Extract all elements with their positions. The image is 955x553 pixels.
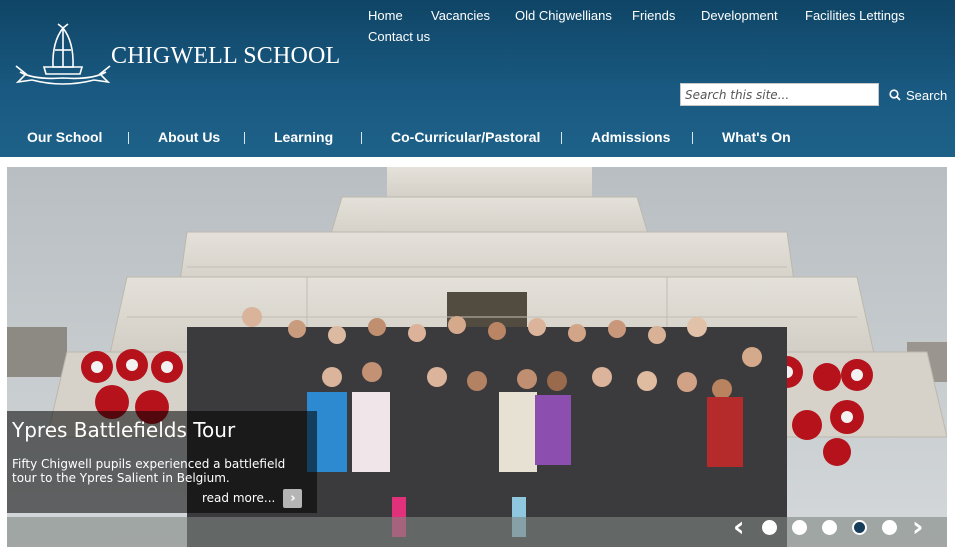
nav-divider xyxy=(128,132,129,144)
nav-divider xyxy=(361,132,362,144)
site-header: CHIGWELL SCHOOL Home Vacancies Old Chigw… xyxy=(0,0,955,157)
nav-our-school[interactable]: Our School xyxy=(27,129,102,145)
topnav-vacancies[interactable]: Vacancies xyxy=(431,8,490,23)
search-input[interactable] xyxy=(680,83,879,106)
slider-dot-4[interactable] xyxy=(852,520,867,535)
slider-dot-3[interactable] xyxy=(822,520,837,535)
search-icon xyxy=(889,89,901,101)
slide-title: Ypres Battlefields Tour xyxy=(12,418,236,442)
chevron-left-icon[interactable]: ‹ xyxy=(733,513,745,541)
read-more-link[interactable]: read more... › xyxy=(202,488,303,508)
main-nav: Our School About Us Learning Co-Curricul… xyxy=(0,122,955,157)
nav-divider xyxy=(244,132,245,144)
slider-dot-5[interactable] xyxy=(882,520,897,535)
chevron-right-icon: › xyxy=(283,488,303,508)
topnav-old-chigwellians[interactable]: Old Chigwellians xyxy=(515,8,612,23)
topnav-contact-us[interactable]: Contact us xyxy=(368,29,430,44)
search-button[interactable]: Search xyxy=(889,86,947,104)
nav-whats-on[interactable]: What's On xyxy=(722,129,791,145)
nav-divider xyxy=(692,132,693,144)
topnav-home[interactable]: Home xyxy=(368,8,403,23)
search-button-label: Search xyxy=(906,87,948,103)
slider-dot-1[interactable] xyxy=(762,520,777,535)
chevron-right-icon[interactable]: › xyxy=(912,513,924,541)
topnav-development[interactable]: Development xyxy=(701,8,778,23)
slider-pager: ‹ › xyxy=(729,513,939,543)
site-logo[interactable]: CHIGWELL SCHOOL xyxy=(14,22,340,92)
slide-description: Fifty Chigwell pupils experienced a batt… xyxy=(12,457,286,485)
site-title: CHIGWELL SCHOOL xyxy=(111,43,341,69)
nav-co-curricular-pastoral[interactable]: Co-Curricular/Pastoral xyxy=(391,129,540,145)
crest-mitre-icon xyxy=(15,23,111,85)
slide-caption: Ypres Battlefields Tour Fifty Chigwell p… xyxy=(7,411,317,513)
nav-learning[interactable]: Learning xyxy=(274,129,333,145)
read-more-label: read more... xyxy=(202,491,276,505)
nav-about-us[interactable]: About Us xyxy=(158,129,220,145)
slider-dot-2[interactable] xyxy=(792,520,807,535)
topnav-friends[interactable]: Friends xyxy=(632,8,675,23)
hero-slider[interactable]: Ypres Battlefields Tour Fifty Chigwell p… xyxy=(7,167,947,547)
topnav-facilities-lettings[interactable]: Facilities Lettings xyxy=(805,8,905,23)
nav-divider xyxy=(561,132,562,144)
nav-admissions[interactable]: Admissions xyxy=(591,129,670,145)
